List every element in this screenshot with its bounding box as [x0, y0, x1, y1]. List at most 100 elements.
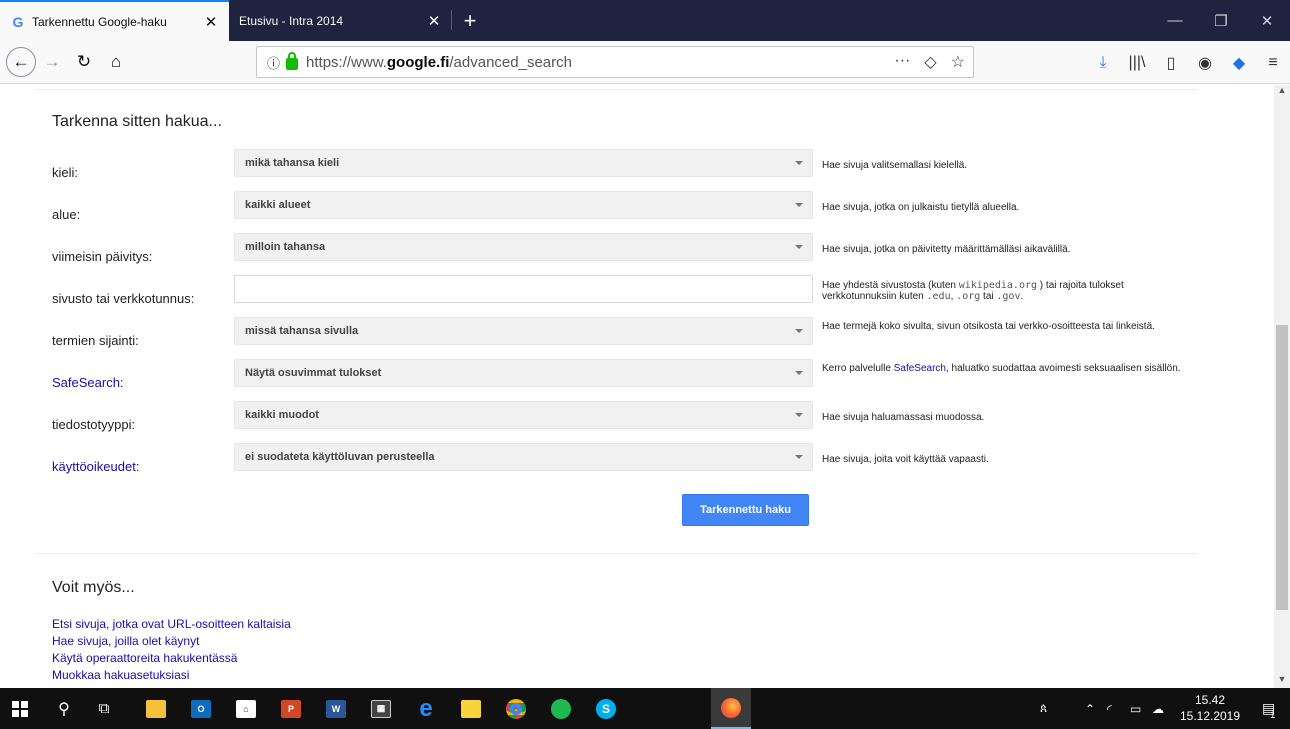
search-icon[interactable]: ⚲: [44, 688, 84, 729]
chevron-down-icon: [795, 371, 803, 375]
task-view-icon[interactable]: ⧉: [84, 688, 124, 729]
language-hint: Hae sivuja valitsemallasi kielellä.: [822, 160, 968, 171]
skype-icon[interactable]: S: [586, 688, 626, 729]
term-location-hint: Hae termejä koko sivulta, sivun otsikost…: [822, 321, 1155, 332]
people-icon[interactable]: ጰ: [1040, 688, 1047, 729]
forward-arrow-icon[interactable]: →: [36, 46, 68, 78]
last-update-label: viimeisin päivitys:: [52, 249, 153, 264]
extension-icon[interactable]: ◆: [1222, 53, 1256, 73]
select-value: kaikki muodot: [245, 409, 319, 421]
home-icon[interactable]: ⌂: [100, 46, 132, 78]
menu-icon[interactable]: ≡: [1256, 54, 1290, 72]
pocket-icon[interactable]: ◇: [924, 52, 936, 72]
close-tab-icon[interactable]: ✕: [426, 12, 442, 30]
tab-advanced-search[interactable]: G Tarkennettu Google-haku ✕: [0, 0, 229, 41]
lock-icon[interactable]: [286, 52, 299, 70]
file-type-hint: Hae sivuja haluamassasi muodossa.: [822, 412, 985, 423]
word-icon[interactable]: W: [316, 688, 356, 729]
chrome-icon[interactable]: [496, 688, 536, 729]
last-update-hint: Hae sivuja, jotka on päivitetty määrittä…: [822, 244, 1071, 255]
vertical-scrollbar[interactable]: ▲ ▼: [1274, 85, 1290, 688]
safesearch-hint-link[interactable]: SafeSearch: [894, 363, 946, 374]
close-tab-icon[interactable]: ✕: [203, 13, 219, 31]
show-hidden-icons-icon[interactable]: ⌃: [1085, 688, 1095, 729]
info-icon[interactable]: ⓘ: [267, 53, 280, 72]
refine-section-title: Tarkenna sitten hakua...: [52, 113, 222, 130]
account-icon[interactable]: ◉: [1188, 53, 1222, 73]
similar-url-link[interactable]: Etsi sivuja, jotka ovat URL-osoitteen ka…: [52, 617, 291, 631]
divider: [36, 89, 1198, 90]
tab-intra[interactable]: Etusivu - Intra 2014 ✕: [229, 0, 452, 41]
search-settings-link[interactable]: Muokkaa hakuasetuksiasi: [52, 668, 189, 682]
edge-icon[interactable]: e: [406, 688, 446, 729]
file-type-select[interactable]: kaikki muodot: [234, 401, 813, 429]
usage-rights-label-link[interactable]: käyttöoikeudet:: [52, 459, 139, 474]
select-value: Näytä osuvimmat tulokset: [245, 367, 382, 379]
select-value: ei suodateta käyttöluvan perusteella: [245, 451, 435, 463]
chevron-down-icon: [795, 203, 803, 207]
term-location-select[interactable]: missä tahansa sivulla: [234, 317, 813, 345]
safesearch-select[interactable]: Näytä osuvimmat tulokset: [234, 359, 813, 387]
window-close-button[interactable]: ✕: [1244, 0, 1290, 41]
tab-title: Tarkennettu Google-haku: [32, 14, 167, 29]
region-select[interactable]: kaikki alueet: [234, 191, 813, 219]
new-tab-button[interactable]: +: [452, 0, 488, 41]
minimize-button[interactable]: —: [1152, 0, 1198, 41]
spotify-icon[interactable]: [541, 688, 581, 729]
also-section-title: Voit myös...: [52, 579, 135, 596]
advanced-search-button[interactable]: Tarkennettu haku: [682, 494, 809, 526]
page-content: Tarkenna sitten hakua... kieli: mikä tah…: [0, 85, 1274, 688]
url-prefix: https://www.: [306, 53, 387, 71]
windows-taskbar: ⚲ ⧉ O ⌂ P W ▦ e S ጰ ⌃ ◜ ▭ ☁ 15.42 15.12.…: [0, 688, 1290, 729]
chevron-down-icon: [795, 455, 803, 459]
select-value: missä tahansa sivulla: [245, 325, 359, 337]
start-button[interactable]: [0, 688, 40, 729]
navigation-toolbar: ← → ↻ ⌂ ⓘ https://www. google.fi/advanced…: [0, 41, 1290, 84]
sticky-notes-icon[interactable]: [451, 688, 491, 729]
scrollbar-thumb[interactable]: [1276, 325, 1288, 610]
term-location-label: termien sijainti:: [52, 333, 139, 348]
windows-logo-icon: [12, 700, 28, 717]
usage-rights-hint: Hae sivuja, joita voit käyttää vapaasti.: [822, 454, 989, 465]
scroll-down-icon[interactable]: ▼: [1274, 674, 1290, 688]
last-update-select[interactable]: milloin tahansa: [234, 233, 813, 261]
visited-pages-link[interactable]: Hae sivuja, joilla olet käynyt: [52, 634, 199, 648]
address-bar[interactable]: ⓘ https://www. google.fi/advanced_search …: [256, 46, 974, 78]
select-value: kaikki alueet: [245, 199, 311, 211]
safesearch-label-link[interactable]: SafeSearch:: [52, 375, 124, 390]
action-center-icon[interactable]: ▤ 1: [1262, 688, 1275, 729]
battery-icon[interactable]: ▭: [1130, 688, 1141, 729]
calculator-icon[interactable]: ▦: [361, 688, 401, 729]
restore-button[interactable]: ❐: [1198, 0, 1244, 41]
chevron-down-icon: [795, 245, 803, 249]
file-explorer-icon[interactable]: [136, 688, 176, 729]
operators-link[interactable]: Käytä operaattoreita hakukentässä: [52, 651, 237, 665]
firefox-icon[interactable]: [711, 688, 751, 729]
bookmark-star-icon[interactable]: ☆: [951, 52, 965, 72]
select-value: milloin tahansa: [245, 241, 326, 253]
browser-tab-bar: G Tarkennettu Google-haku ✕ Etusivu - In…: [0, 0, 1290, 41]
usage-rights-select[interactable]: ei suodateta käyttöluvan perusteella: [234, 443, 813, 471]
powerpoint-icon[interactable]: P: [271, 688, 311, 729]
chevron-down-icon: [795, 161, 803, 165]
divider: [36, 553, 1198, 554]
store-icon[interactable]: ⌂: [226, 688, 266, 729]
site-domain-label: sivusto tai verkkotunnus:: [52, 291, 195, 306]
scroll-up-icon[interactable]: ▲: [1274, 85, 1290, 99]
wifi-icon[interactable]: ◜: [1107, 688, 1112, 729]
site-domain-input[interactable]: [234, 275, 813, 303]
language-select[interactable]: mikä tahansa kieli: [234, 149, 813, 177]
onedrive-icon[interactable]: ☁: [1152, 688, 1164, 729]
library-icon[interactable]: |||\: [1120, 54, 1154, 72]
outlook-icon[interactable]: O: [181, 688, 221, 729]
sidebar-icon[interactable]: ▯: [1154, 53, 1188, 73]
clock-date: 15.12.2019: [1179, 709, 1241, 723]
site-domain-hint: Hae yhdestä sivustosta (kuten wikipedia.…: [822, 280, 1124, 302]
reload-icon[interactable]: ↻: [68, 46, 100, 78]
back-arrow-icon[interactable]: ←: [6, 47, 36, 77]
downloads-icon[interactable]: ⤓: [1086, 54, 1120, 72]
chevron-down-icon: [795, 413, 803, 417]
taskbar-clock[interactable]: 15.42 15.12.2019: [1174, 692, 1246, 724]
region-label: alue:: [52, 207, 81, 222]
page-actions-icon[interactable]: ···: [894, 52, 910, 72]
